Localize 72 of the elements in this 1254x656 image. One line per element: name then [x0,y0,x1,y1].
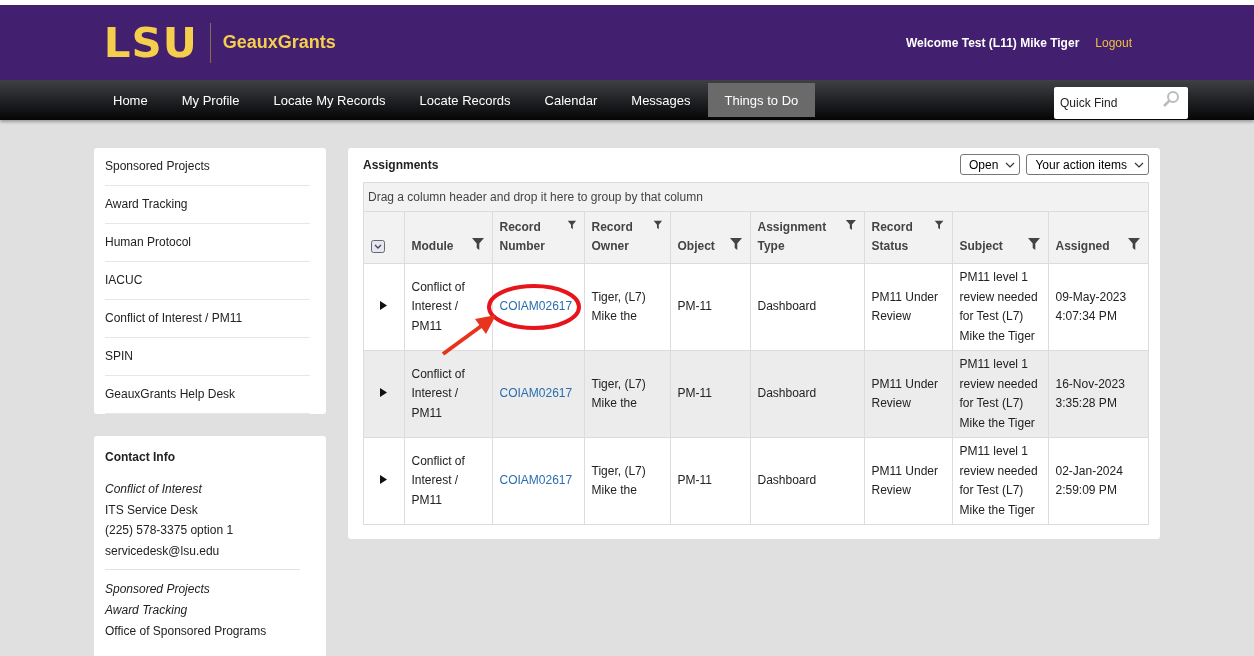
table-cell: PM11 Under Review [871,376,938,411]
column-header[interactable]: Module [411,237,454,257]
table-cell: PM11 level 1 review needed for Test (L7) Mike the Tiger [959,356,1038,431]
table-cell: PM11 level 1 review needed for Test (L7) Mike the Tiger [959,269,1038,344]
nav-tab[interactable]: Things to Do [707,83,816,117]
nav-tab[interactable]: Messages [614,83,708,117]
nav-tab[interactable]: My Profile [164,83,257,117]
table-cell: Tiger, (L7) Mike the [591,289,646,324]
sidebar-item[interactable]: GeauxGrants Help Desk [105,387,236,401]
table-cell: PM-11 [677,473,712,488]
welcome-text: Welcome Test (L11) Mike Tiger [905,35,1080,50]
filter-dropdown[interactable]: Your action items [1026,154,1149,175]
filter-dropdown[interactable]: Open [960,154,1021,175]
table-cell: PM11 Under Review [871,463,938,498]
table-cell: Dashboard [757,299,817,314]
filter-icon[interactable] [652,218,663,232]
record-link[interactable]: COIAM02617 [499,473,573,488]
table-cell: Dashboard [757,473,817,488]
record-link[interactable]: COIAM02617 [499,386,573,401]
filter-icon[interactable] [1026,237,1041,252]
nav-tab[interactable]: Calendar [527,83,615,117]
chevron-icon [1134,161,1144,168]
table-cell: 16-Nov-2023 3:35:28 PM [1055,376,1125,411]
chevron-icon [1005,161,1016,168]
filter-icon[interactable] [566,218,577,232]
table-cell: Tiger, (L7) Mike the [591,463,646,498]
logo: LSU [103,22,199,63]
table-cell: Tiger, (L7) Mike the [591,376,646,411]
contact-text: Conflict of Interest [105,482,202,496]
expand-icon[interactable] [380,301,388,311]
contact-text: Office of Sponsored Programs [105,623,267,638]
column-header[interactable]: Subject [959,237,1003,257]
filter-icon[interactable] [934,218,945,232]
nav-tab[interactable]: Locate Records [402,83,528,117]
column-header[interactable]: Object [677,237,715,257]
table-cell: Dashboard [757,386,817,401]
nav-tab[interactable]: Locate My Records [256,83,403,117]
expand-icon[interactable] [380,388,388,398]
expand-icon[interactable] [380,475,388,485]
sidebar-item[interactable]: SPIN [105,349,133,363]
logout-link[interactable]: Logout [1095,35,1132,50]
filter-icon[interactable] [1127,237,1141,252]
group-hint: Drag a column header and drop it here to group by that column [368,190,703,204]
sidebar-item[interactable]: Conflict of Interest / PM11 [105,311,243,325]
table-cell: PM11 level 1 review needed for Test (L7) Mike the Tiger [959,443,1038,518]
table-cell: Conflict of Interest / PM11 [411,279,465,334]
table-cell: PM-11 [677,386,712,401]
sidebar-item[interactable]: IACUC [105,273,143,287]
app-name: GeauxGrants [222,32,336,53]
contact-text: (225) 578-3375 option 1 [105,523,234,538]
contact-title: Contact Info [105,450,175,464]
sidebar-item[interactable]: Award Tracking [105,197,188,211]
panel-title: Assignments [363,157,439,172]
sidebar-item[interactable]: Human Protocol [105,235,192,249]
table-cell: Conflict of Interest / PM11 [411,366,465,421]
table-cell: PM11 Under Review [871,289,938,324]
quick-find-field[interactable]: Quick Find [1054,87,1188,119]
collapse-icon[interactable] [371,240,385,254]
table-cell: PM-11 [677,299,712,314]
filter-icon[interactable] [844,218,857,232]
contact-text: Sponsored Projects [105,582,210,597]
table-cell: Conflict of Interest / PM11 [411,453,465,508]
contact-text: servicedesk@lsu.edu [105,543,220,558]
table-cell: 09-May-2023 4:07:34 PM [1055,289,1127,324]
search-icon [1162,90,1180,108]
contact-text: ITS Service Desk [105,502,198,517]
contact-text: Award Tracking [105,602,188,617]
filter-icon[interactable] [728,237,743,252]
filter-icon[interactable] [470,237,485,252]
table-cell: 02-Jan-2024 2:59:09 PM [1055,463,1123,498]
sidebar-item[interactable]: Sponsored Projects [105,159,210,173]
nav-tab[interactable]: Home [96,83,165,117]
